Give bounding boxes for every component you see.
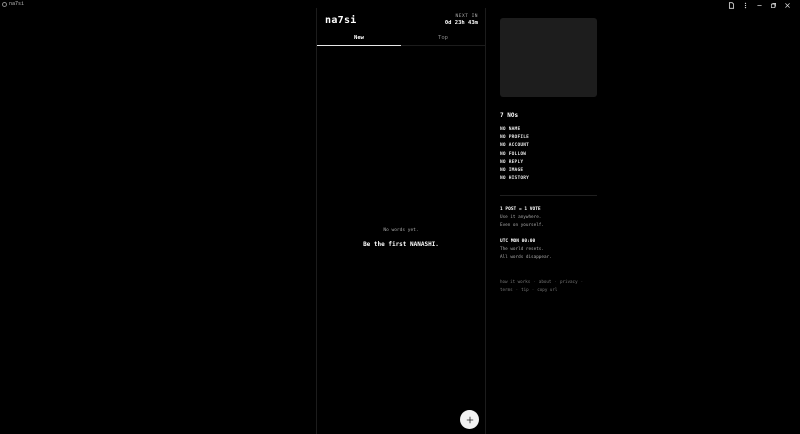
link-about[interactable]: about <box>539 279 552 284</box>
window-controls <box>724 0 794 10</box>
close-icon[interactable] <box>780 0 794 10</box>
extension-icon[interactable] <box>724 0 738 10</box>
tab-new[interactable]: New <box>317 30 401 46</box>
empty-state-cta: Be the first NANASHI. <box>363 241 439 248</box>
link-how-it-works[interactable]: how it works <box>500 279 530 284</box>
rule-reset-line: All words disappear. <box>500 254 552 260</box>
rule-vote-heading: 1 POST = 1 VOTE <box>500 207 541 213</box>
sidebar: 7 NOs NO NAME NO PROFILE NO ACCOUNT NO F… <box>500 18 597 294</box>
feed-tabs: New Top <box>317 30 485 46</box>
nos-list: NO NAME NO PROFILE NO ACCOUNT NO FOLLOW … <box>500 126 597 183</box>
more-options-icon[interactable] <box>738 0 752 10</box>
rule-reset-text: The world resets. All words disappear. <box>500 246 597 262</box>
divider <box>500 195 597 197</box>
nos-item: NO ACCOUNT <box>500 143 530 149</box>
separator: · <box>554 278 557 284</box>
link-tip[interactable]: tip <box>521 287 529 292</box>
footer-links: how it works · about · privacy · terms · tip · co… <box>500 278 597 294</box>
restore-icon[interactable] <box>766 0 780 10</box>
brand-logo[interactable]: na7si <box>325 15 357 26</box>
nos-item: NO PROFILE <box>500 135 530 141</box>
separator: · <box>533 278 536 284</box>
rule-vote-line: Even on yourself. <box>500 223 544 229</box>
feed-column: na7si NEXT IN 0d 23h 43m New Top No word… <box>316 8 486 434</box>
nos-item: NO REPLY <box>500 159 524 165</box>
link-copy-url[interactable]: copy url <box>537 287 557 292</box>
nos-item: NO HISTORY <box>500 176 530 182</box>
nos-item: NO FOLLOW <box>500 151 527 157</box>
app-logo-icon <box>2 1 7 7</box>
ad-placeholder <box>500 18 597 97</box>
rule-vote-text: Use it anywhere. Even on yourself. <box>500 214 597 230</box>
tab-top[interactable]: Top <box>401 30 485 45</box>
separator: · <box>515 286 519 292</box>
timer-value: 0d 23h 43m <box>444 20 478 26</box>
plus-icon <box>466 416 473 423</box>
nos-title: 7 NOs <box>500 112 519 119</box>
link-terms[interactable]: terms <box>500 287 513 292</box>
app-title: na7si <box>2 1 24 7</box>
separator: · <box>531 286 535 292</box>
nos-item: NO NAME <box>500 127 521 132</box>
separator: · <box>580 278 584 284</box>
link-privacy[interactable]: privacy <box>560 279 578 284</box>
timer-label: NEXT IN <box>455 14 478 19</box>
rule-vote-line: Use it anywhere. <box>500 215 542 221</box>
minimize-icon[interactable] <box>752 0 766 10</box>
app-title-text: na7si <box>9 1 25 7</box>
nos-item: NO IMAGE <box>500 168 524 174</box>
new-post-button[interactable] <box>460 410 479 429</box>
rule-reset-line: The world resets. <box>500 247 544 253</box>
empty-state-message: No words yet. <box>383 228 419 233</box>
rule-reset-heading: UTC MON 00:00 <box>500 239 536 245</box>
reset-timer: NEXT IN 0d 23h 43m <box>445 14 478 26</box>
